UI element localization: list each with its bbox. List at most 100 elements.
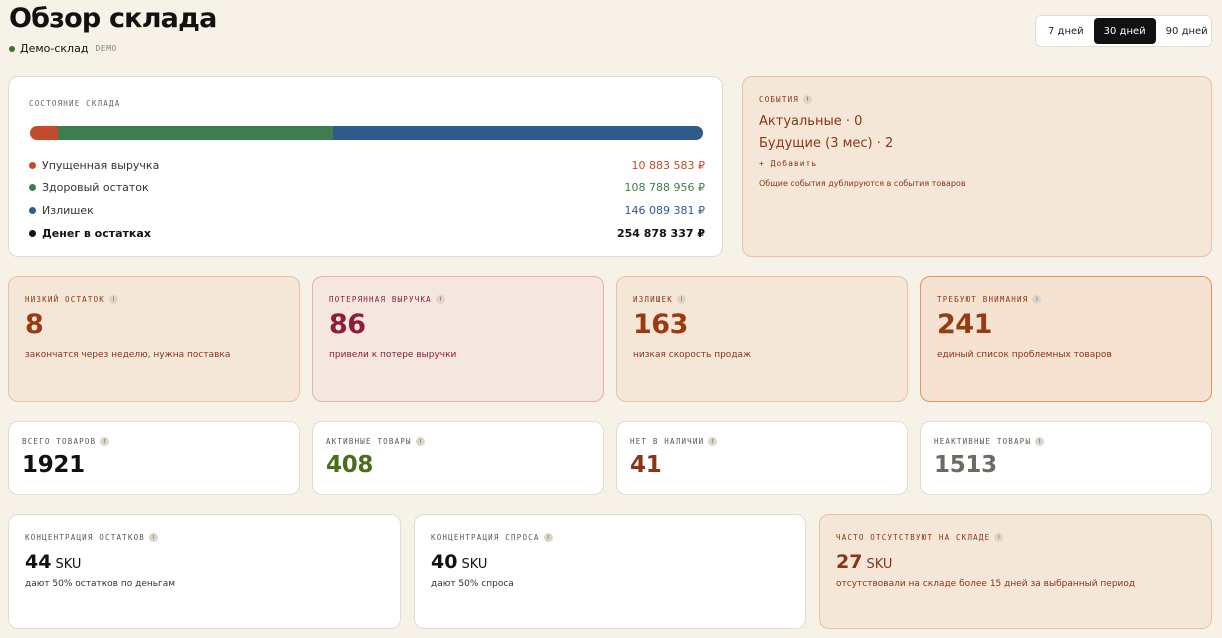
kpi-title-text: Требуют внимания (937, 295, 1029, 304)
page-title: Обзор склада (9, 3, 217, 34)
conc-unit: SKU (55, 557, 82, 572)
kpi-title-text: Излишек (633, 295, 674, 304)
frequently-out-of-stock-card[interactable]: Часто отсутствуют на складе i 27 SKU отс… (819, 514, 1212, 629)
conc-title-text: Концентрация остатков (25, 533, 146, 542)
conc-title: Концентрация спроса i (431, 533, 553, 542)
lost-revenue-dot (29, 161, 36, 169)
add-event-button[interactable]: + Добавить (759, 159, 817, 168)
info-icon[interactable]: i (1035, 437, 1045, 446)
healthy-stock-segment (57, 126, 334, 140)
count-title: Нет в наличии i (630, 437, 718, 446)
count-title-text: Активные товары (326, 437, 412, 446)
conc-unit: SKU (461, 557, 488, 572)
excess-segment (333, 126, 703, 140)
demo-badge: DEMO (95, 44, 117, 53)
count-total-products-card[interactable]: Всего товаров i 1921 (8, 421, 300, 495)
info-icon[interactable]: i (109, 295, 119, 304)
kpi-value: 8 (25, 309, 44, 340)
period-7-days-button[interactable]: 7 дней (1038, 18, 1094, 44)
stock-stacked-bar (30, 126, 703, 140)
conc-value: 40 (431, 551, 458, 573)
conc-value-row: 27 SKU (836, 551, 892, 573)
info-icon[interactable]: i (677, 295, 687, 304)
conc-title: Концентрация остатков i (25, 533, 159, 542)
count-title-text: Нет в наличии (630, 437, 705, 446)
events-future[interactable]: Будущие (3 мес) · 2 (759, 136, 893, 151)
conc-subtitle: дают 50% спроса (431, 579, 514, 589)
excess-dot (29, 206, 36, 214)
legend-value: 254 878 337 ₽ (616, 226, 705, 240)
events-title: События i (759, 95, 813, 104)
conc-unit: SKU (866, 557, 893, 572)
conc-title: Часто отсутствуют на складе i (836, 533, 1004, 542)
count-title: Неактивные товары i (934, 437, 1045, 446)
demand-concentration-card[interactable]: Концентрация спроса i 40 SKU дают 50% сп… (414, 514, 806, 629)
legend-label: Излишек (42, 203, 94, 217)
kpi-value: 163 (633, 309, 688, 340)
events-note: Общие события дублируются в события това… (759, 179, 966, 188)
events-current[interactable]: Актуальные · 0 (759, 114, 862, 129)
conc-value-row: 44 SKU (25, 551, 81, 573)
legend-row-lost-revenue: Упущенная выручка 10 883 583 ₽ (29, 154, 705, 177)
legend-value: 108 788 956 ₽ (624, 181, 705, 195)
count-title: Всего товаров i (22, 437, 110, 446)
kpi-subtitle: привели к потере выручки (329, 350, 457, 360)
conc-subtitle: отсутствовали на складе более 15 дней за… (836, 579, 1136, 589)
events-card: События i Актуальные · 0 Будущие (3 мес)… (742, 76, 1212, 257)
count-inactive-products-card[interactable]: Неактивные товары i 1513 (920, 421, 1212, 495)
count-out-of-stock-card[interactable]: Нет в наличии i 41 (616, 421, 908, 495)
period-30-days-button[interactable]: 30 дней (1093, 18, 1156, 44)
conc-value: 44 (25, 551, 52, 573)
info-icon[interactable]: i (994, 533, 1004, 542)
legend-value: 10 883 583 ₽ (631, 158, 705, 172)
kpi-subtitle: закончатся через неделю, нужна поставка (25, 350, 231, 360)
kpi-value: 86 (329, 309, 366, 340)
period-90-days-button[interactable]: 90 дней (1156, 18, 1218, 44)
info-icon[interactable]: i (1032, 295, 1042, 304)
info-icon[interactable]: i (149, 533, 159, 542)
kpi-title-text: Низкий остаток (25, 295, 106, 304)
conc-title-text: Концентрация спроса (431, 533, 540, 542)
info-icon[interactable]: i (415, 437, 425, 446)
info-icon[interactable]: i (100, 437, 110, 446)
store-selector[interactable]: Демо-склад DEMO (9, 42, 117, 55)
store-status-dot (9, 45, 15, 52)
count-title-text: Всего товаров (22, 437, 97, 446)
count-title-text: Неактивные товары (934, 437, 1032, 446)
conc-subtitle: дают 50% остатков по деньгам (25, 579, 176, 589)
period-switch: 7 дней 30 дней 90 дней (1035, 15, 1212, 47)
kpi-excess-card[interactable]: Излишек i 163 низкая скорость продаж (616, 276, 908, 402)
count-active-products-card[interactable]: Активные товары i 408 (312, 421, 604, 495)
healthy-stock-dot (29, 184, 36, 192)
conc-value-row: 40 SKU (431, 551, 487, 573)
kpi-title: Излишек i (633, 295, 687, 304)
kpi-title-text: Потерянная выручка (329, 295, 432, 304)
kpi-value: 241 (937, 309, 992, 340)
info-icon[interactable]: i (803, 95, 813, 104)
conc-title-text: Часто отсутствуют на складе (836, 533, 991, 542)
stock-legend: Упущенная выручка 10 883 583 ₽ Здоровый … (29, 154, 705, 244)
count-value: 408 (326, 452, 374, 478)
events-title-text: События (759, 95, 800, 104)
kpi-subtitle: низкая скорость продаж (633, 350, 752, 360)
count-title: Активные товары i (326, 437, 425, 446)
legend-row-healthy-stock: Здоровый остаток 108 788 956 ₽ (29, 177, 705, 200)
stock-status-title: Состояние склада (29, 99, 121, 108)
kpi-lost-revenue-card[interactable]: Потерянная выручка i 86 привели к потере… (312, 276, 604, 402)
kpi-subtitle: единый список проблемных товаров (937, 350, 1112, 360)
info-icon[interactable]: i (543, 533, 553, 542)
kpi-needs-attention-card[interactable]: Требуют внимания i 241 единый список про… (920, 276, 1212, 402)
store-name: Демо-склад (20, 42, 89, 55)
stock-concentration-card[interactable]: Концентрация остатков i 44 SKU дают 50% … (8, 514, 401, 629)
legend-label: Здоровый остаток (42, 181, 149, 195)
kpi-title: Требуют внимания i (937, 295, 1042, 304)
conc-value: 27 (836, 551, 863, 573)
kpi-title: Потерянная выручка i (329, 295, 445, 304)
kpi-low-stock-card[interactable]: Низкий остаток i 8 закончатся через неде… (8, 276, 300, 402)
info-icon[interactable]: i (435, 295, 445, 304)
lost-revenue-segment (30, 126, 58, 140)
total-dot (29, 229, 36, 237)
count-value: 1513 (934, 452, 997, 478)
legend-row-total: Денег в остатках 254 878 337 ₽ (29, 222, 705, 245)
info-icon[interactable]: i (708, 437, 718, 446)
